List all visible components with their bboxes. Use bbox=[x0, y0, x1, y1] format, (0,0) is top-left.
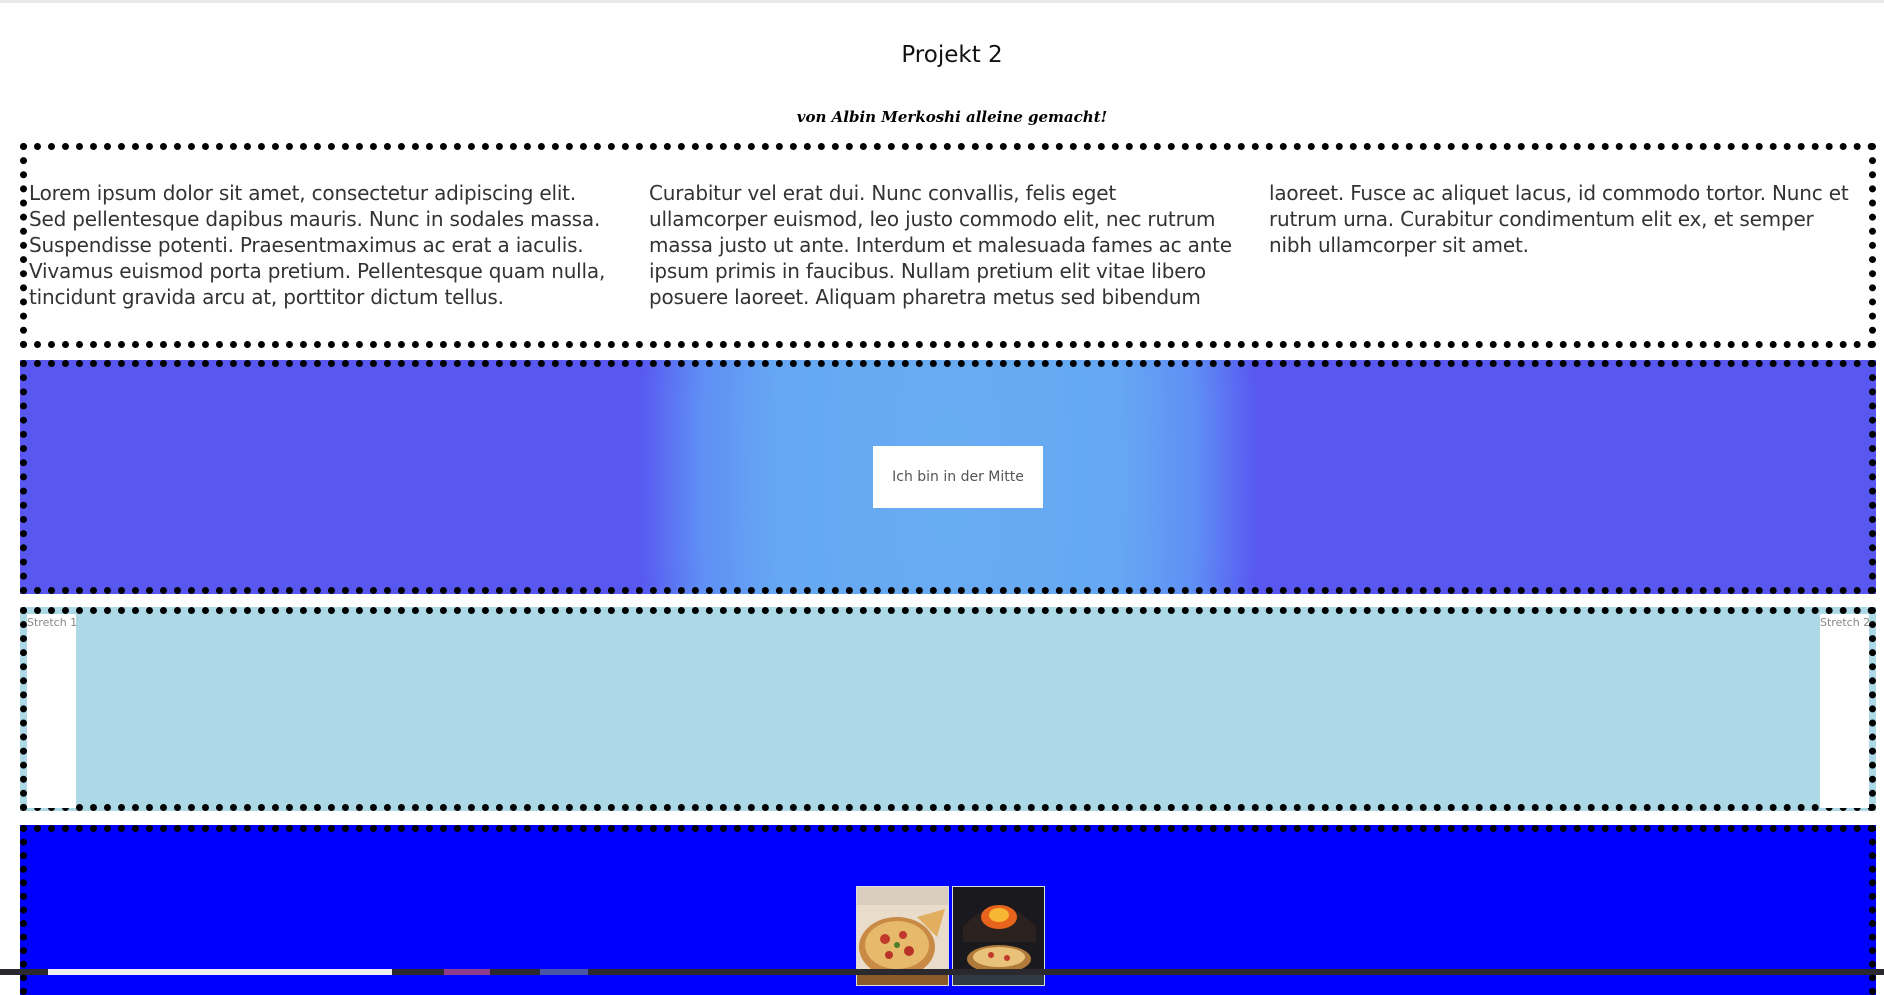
text-column-1: Lorem ipsum dolor sit amet, consectetur … bbox=[29, 181, 606, 309]
text-columns-section: Lorem ipsum dolor sit amet, consectetur … bbox=[20, 143, 1876, 348]
page-subtitle: von Albin Merkoshi alleine gemacht! bbox=[796, 108, 1108, 126]
stretch-section: Stretch 1 Stretch 2 bbox=[20, 607, 1876, 811]
stretch-item-1: Stretch 1 bbox=[27, 614, 76, 808]
stretch-item-2: Stretch 2 bbox=[1820, 614, 1869, 808]
stretch-item-2-label: Stretch 2 bbox=[1820, 616, 1869, 629]
stretch-item-1-label: Stretch 1 bbox=[27, 616, 76, 629]
page-title: Projekt 2 bbox=[901, 42, 1003, 68]
bottom-bar bbox=[0, 969, 1884, 975]
center-box: Ich bin in der Mitte bbox=[873, 446, 1043, 508]
top-rule bbox=[0, 0, 1884, 3]
text-column-2: Curabitur vel erat dui. Nunc convallis, … bbox=[649, 181, 1232, 309]
center-box-label: Ich bin in der Mitte bbox=[892, 469, 1024, 485]
centered-box-section: Ich bin in der Mitte bbox=[20, 360, 1876, 594]
text-column-3: laoreet. Fusce ac aliquet lacus, id comm… bbox=[1269, 181, 1849, 257]
